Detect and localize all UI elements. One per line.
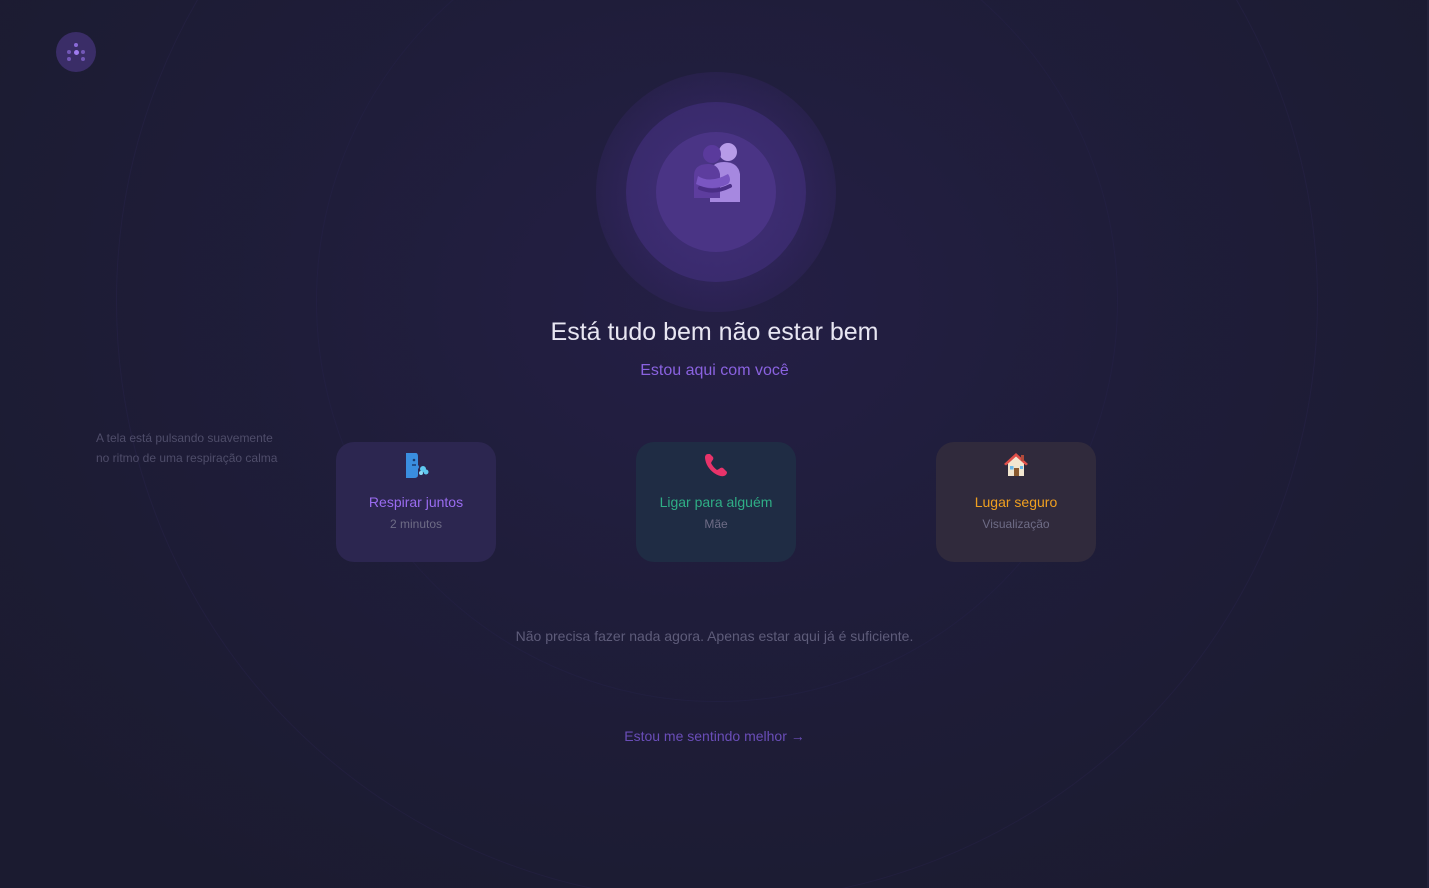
house-icon [1004,453,1028,476]
call-someone-label: Ligar para alguém [659,494,773,510]
breathe-together-card[interactable]: Respirar juntos 2 minutos [336,442,496,562]
breathing-hint: A tela está pulsando suavemente no ritmo… [96,428,296,468]
breathing-face-icon [406,453,429,478]
people-hugging-icon [694,143,740,202]
page-title: Está tudo bem não estar bem [550,318,879,346]
safe-place-type: Visualização [982,517,1050,531]
feeling-better-link[interactable]: Estou me sentindo melhor → [0,728,1429,744]
call-someone-card[interactable]: Ligar para alguém Mãe [636,442,796,562]
breathing-hint-line1: A tela está pulsando suavemente [96,431,273,445]
safe-place-label: Lugar seguro [974,494,1058,510]
app-logo-button[interactable] [56,32,96,72]
breathe-together-label: Respirar juntos [368,494,464,510]
safe-place-card[interactable]: Lugar seguro Visualização [936,442,1096,562]
call-someone-contact: Mãe [704,517,728,531]
breathing-hint-line2: no ritmo de uma respiração calma [96,451,278,465]
breathe-together-duration: 2 minutos [389,517,443,531]
reassurance-text: Não precisa fazer nada agora. Apenas est… [515,628,914,644]
page-subtitle: Estou aqui com você [640,362,789,379]
phone-icon [705,454,727,477]
